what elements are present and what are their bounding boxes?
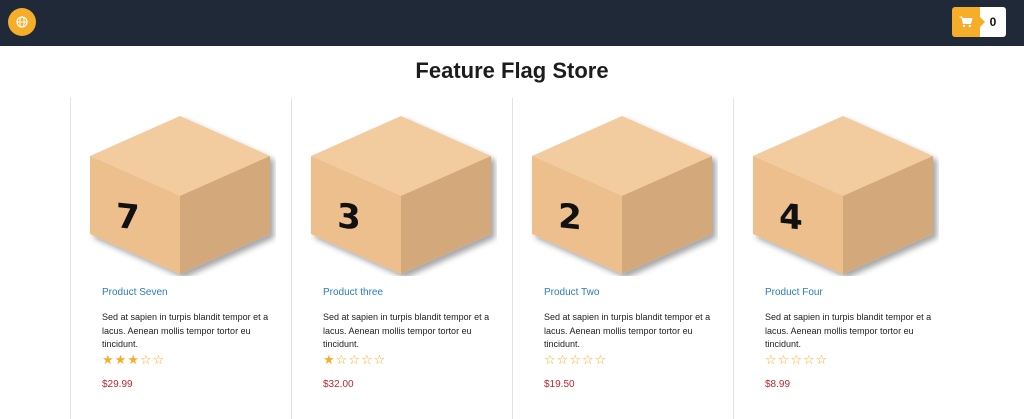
star-empty-icon: ☆: [373, 352, 386, 367]
star-filled-icon: ★: [102, 352, 114, 367]
star-empty-icon: ☆: [544, 352, 556, 367]
globe-icon: [16, 16, 28, 28]
product-card[interactable]: 2 Product Two Sed at sapien in turpis blan…: [512, 98, 733, 419]
product-box-image[interactable]: 2: [528, 116, 718, 276]
box-number-label: 7: [116, 196, 140, 238]
shopping-cart-icon: [959, 16, 973, 28]
star-empty-icon: ☆: [790, 352, 802, 367]
product-name-link[interactable]: Product Four: [765, 287, 823, 298]
product-grid: 7 Product Seven Sed at sapien in turpis bl…: [70, 98, 955, 419]
product-card[interactable]: 3 Product three Sed at sapien in turpis bl…: [291, 98, 512, 419]
star-empty-icon: ☆: [802, 352, 815, 367]
star-empty-icon: ☆: [360, 352, 373, 367]
page-title: Feature Flag Store: [415, 58, 609, 83]
cart-icon-container: [952, 7, 985, 37]
product-rating: ☆ ☆ ☆ ☆ ☆: [765, 353, 827, 366]
star-empty-icon: ☆: [777, 352, 790, 367]
star-filled-icon: ★: [127, 352, 139, 367]
product-description: Sed at sapien in turpis blandit tempor e…: [765, 312, 932, 349]
product-box-image[interactable]: 7: [86, 116, 276, 276]
star-empty-icon: ☆: [348, 352, 360, 367]
product-box-image[interactable]: 4: [749, 116, 939, 276]
product-rating: ★ ★ ★ ☆ ☆: [102, 353, 164, 366]
star-empty-icon: ☆: [581, 352, 594, 367]
product-name-link[interactable]: Product Two: [544, 287, 599, 298]
top-navbar: 0: [0, 0, 1024, 46]
product-price: $19.50: [544, 379, 575, 390]
product-rating: ★ ☆ ☆ ☆ ☆: [323, 353, 385, 366]
product-price: $29.99: [102, 379, 133, 390]
product-description: Sed at sapien in turpis blandit tempor e…: [544, 312, 711, 349]
product-description: Sed at sapien in turpis blandit tempor e…: [102, 312, 269, 349]
product-rating: ☆ ☆ ☆ ☆ ☆: [544, 353, 606, 366]
star-empty-icon: ☆: [815, 352, 828, 367]
star-empty-icon: ☆: [569, 352, 581, 367]
box-number-label: 4: [779, 196, 803, 238]
star-empty-icon: ☆: [139, 352, 152, 367]
star-empty-icon: ☆: [594, 352, 607, 367]
box-number-label: 2: [558, 196, 582, 238]
language-button[interactable]: [8, 8, 36, 36]
product-price: $8.99: [765, 379, 791, 390]
product-box-image[interactable]: 3: [307, 116, 497, 276]
star-empty-icon: ☆: [152, 352, 165, 367]
cart-button[interactable]: 0: [952, 7, 1006, 37]
product-price: $32.00: [323, 379, 354, 390]
product-card[interactable]: 4 Product Four Sed at sapien in turpis bla…: [733, 98, 954, 419]
product-name-link[interactable]: Product Seven: [102, 287, 168, 298]
product-description: Sed at sapien in turpis blandit tempor e…: [323, 312, 490, 349]
star-filled-icon: ★: [114, 352, 127, 367]
product-card[interactable]: 7 Product Seven Sed at sapien in turpis bl…: [70, 98, 291, 419]
product-name-link[interactable]: Product three: [323, 287, 383, 298]
box-number-label: 3: [337, 196, 361, 238]
star-empty-icon: ☆: [335, 352, 348, 367]
star-empty-icon: ☆: [765, 352, 777, 367]
star-empty-icon: ☆: [556, 352, 569, 367]
star-filled-icon: ★: [323, 352, 335, 367]
